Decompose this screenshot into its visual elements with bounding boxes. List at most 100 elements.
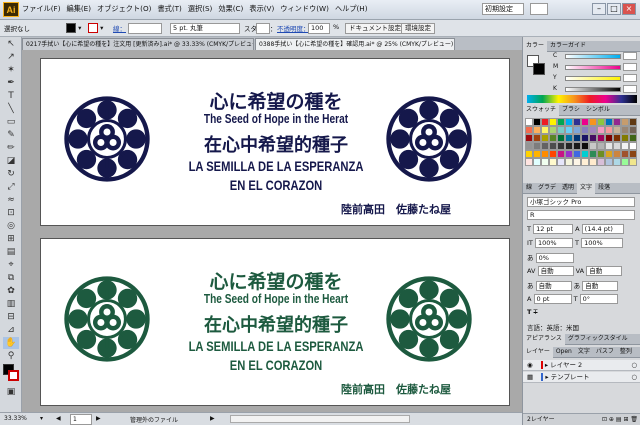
stroke-color-icon[interactable] — [8, 370, 19, 381]
fill-swatch[interactable]: ▾ — [66, 23, 81, 33]
black-slider[interactable] — [565, 87, 621, 92]
close-button[interactable]: × — [622, 3, 636, 15]
layer-row-2[interactable]: ▦ ▸ テンプレート ○ — [523, 372, 640, 383]
stroke-weight-field[interactable] — [128, 23, 162, 34]
swatch-70[interactable] — [525, 158, 533, 166]
headline-japanese[interactable]: 心に希望の種を — [41, 267, 511, 294]
style-dropdown[interactable] — [256, 23, 270, 34]
menu-file[interactable]: ファイル(F) — [22, 4, 61, 14]
cyan-value[interactable] — [623, 52, 637, 60]
swatch-39[interactable] — [613, 134, 621, 142]
headline-spanish-2[interactable]: EN EL CORAZON — [88, 177, 464, 193]
leading-field[interactable]: (14.4 pt) — [581, 224, 624, 234]
swatch-12[interactable] — [621, 118, 629, 126]
swatch-15[interactable] — [533, 126, 541, 134]
tab-align[interactable]: 整列 — [617, 347, 635, 358]
swatch-75[interactable] — [565, 158, 573, 166]
swatch-13[interactable] — [629, 118, 637, 126]
layer-buttons-icon[interactable]: ⊡ ⊕ ▤ ⊞ 🗑 — [602, 414, 638, 425]
swatch-45[interactable] — [549, 142, 557, 150]
magic-wand-tool-icon[interactable]: ✶ — [3, 64, 19, 76]
swatch-83[interactable] — [629, 158, 637, 166]
swatch-76[interactable] — [573, 158, 581, 166]
slice-tool-icon[interactable]: ⊿ — [3, 324, 19, 336]
screen-mode-icon[interactable]: ▣ — [3, 386, 19, 398]
swatch-1[interactable] — [533, 118, 541, 126]
pen-tool-icon[interactable]: ✒ — [3, 77, 19, 89]
headline-spanish-1[interactable]: LA SEMILLA DE LA ESPERANZA — [88, 158, 464, 174]
swatch-67[interactable] — [613, 150, 621, 158]
swatch-43[interactable] — [533, 142, 541, 150]
swatch-10[interactable] — [605, 118, 613, 126]
maximize-button[interactable]: □ — [607, 3, 621, 15]
artboard-navy[interactable]: 心に希望の種を The Seed of Hope in the Herat 在心中希… — [40, 58, 510, 226]
swatch-66[interactable] — [605, 150, 613, 158]
font-family-dropdown[interactable]: 小塚ゴシック Pro — [527, 197, 635, 207]
swatch-6[interactable] — [573, 118, 581, 126]
swatch-19[interactable] — [565, 126, 573, 134]
swatch-64[interactable] — [589, 150, 597, 158]
status-menu-icon[interactable]: ▶ — [210, 415, 215, 422]
headline-spanish-1[interactable]: LA SEMILLA DE LA ESPERANZA — [88, 338, 464, 354]
headline-chinese[interactable]: 在心中希望的種子 — [41, 131, 511, 157]
prev-artboard-icon[interactable]: ◀ — [56, 415, 61, 422]
fill-stroke-widget[interactable] — [3, 364, 19, 384]
swatch-73[interactable] — [549, 158, 557, 166]
opacity-field[interactable]: 100 — [308, 23, 330, 34]
swatch-80[interactable] — [605, 158, 613, 166]
stroke-swatch[interactable]: ▾ — [88, 23, 103, 33]
swatch-58[interactable] — [541, 150, 549, 158]
swatch-20[interactable] — [573, 126, 581, 134]
swatch-68[interactable] — [621, 150, 629, 158]
aki-left-field[interactable]: 自動 — [535, 281, 572, 291]
hand-tool-icon[interactable]: ✋ — [3, 337, 19, 349]
swatch-26[interactable] — [621, 126, 629, 134]
zoom-field[interactable]: 33.33% — [4, 415, 27, 422]
menu-help[interactable]: ヘルプ(H) — [335, 4, 368, 14]
selection-tool-icon[interactable]: ↖ — [3, 38, 19, 50]
swatch-22[interactable] — [589, 126, 597, 134]
baseline-field[interactable]: 0 pt — [533, 294, 572, 304]
swatch-72[interactable] — [541, 158, 549, 166]
language-label[interactable]: 言語：英語：米国 — [527, 322, 579, 332]
brush-tool-icon[interactable]: ✎ — [3, 129, 19, 141]
graph-tool-icon[interactable]: ▥ — [3, 298, 19, 310]
swatch-21[interactable] — [581, 126, 589, 134]
swatch-0[interactable] — [525, 118, 533, 126]
magenta-value[interactable] — [623, 63, 637, 71]
zoom-tool-icon[interactable]: ⚲ — [3, 350, 19, 362]
swatch-78[interactable] — [589, 158, 597, 166]
swatch-47[interactable] — [565, 142, 573, 150]
artboard-tool-icon[interactable]: ⊟ — [3, 311, 19, 323]
menu-window[interactable]: ウィンドウ(W) — [280, 4, 329, 14]
direct-selection-tool-icon[interactable]: ↗ — [3, 51, 19, 63]
swatch-53[interactable] — [613, 142, 621, 150]
aki-right-field[interactable]: 自動 — [582, 281, 619, 291]
tab-appearance[interactable]: アピアランス — [523, 334, 565, 345]
rotate-tool-icon[interactable]: ↻ — [3, 168, 19, 180]
swatch-77[interactable] — [581, 158, 589, 166]
target-icon[interactable]: ○ — [631, 360, 637, 370]
tab-open[interactable]: Open — [553, 347, 575, 358]
tab-gradient[interactable]: グラデ — [535, 183, 559, 194]
workspace-dropdown[interactable]: 初期設定 — [482, 3, 524, 15]
tab-pathfinder[interactable]: パスフ — [593, 347, 617, 358]
kerning-field[interactable]: 自動 — [537, 266, 574, 276]
swatch-35[interactable] — [581, 134, 589, 142]
artboard-number[interactable]: 1 — [70, 414, 92, 425]
layer-name[interactable]: レイヤー 2 — [550, 361, 582, 369]
swatch-30[interactable] — [541, 134, 549, 142]
menu-edit[interactable]: 編集(E) — [67, 4, 92, 14]
menu-object[interactable]: オブジェクト(O) — [97, 4, 151, 14]
pencil-tool-icon[interactable]: ✏ — [3, 142, 19, 154]
swatch-34[interactable] — [573, 134, 581, 142]
stroke-label[interactable]: 線： — [113, 23, 126, 33]
gradient-tool-icon[interactable]: ▤ — [3, 246, 19, 258]
swatch-79[interactable] — [597, 158, 605, 166]
tab-type[interactable]: 文字 — [575, 347, 593, 358]
strikethrough-icon[interactable]: T — [534, 308, 538, 316]
yellow-value[interactable] — [623, 74, 637, 82]
symbol-sprayer-tool-icon[interactable]: ✿ — [3, 285, 19, 297]
menu-select[interactable]: 選択(S) — [188, 4, 213, 14]
swatch-32[interactable] — [557, 134, 565, 142]
